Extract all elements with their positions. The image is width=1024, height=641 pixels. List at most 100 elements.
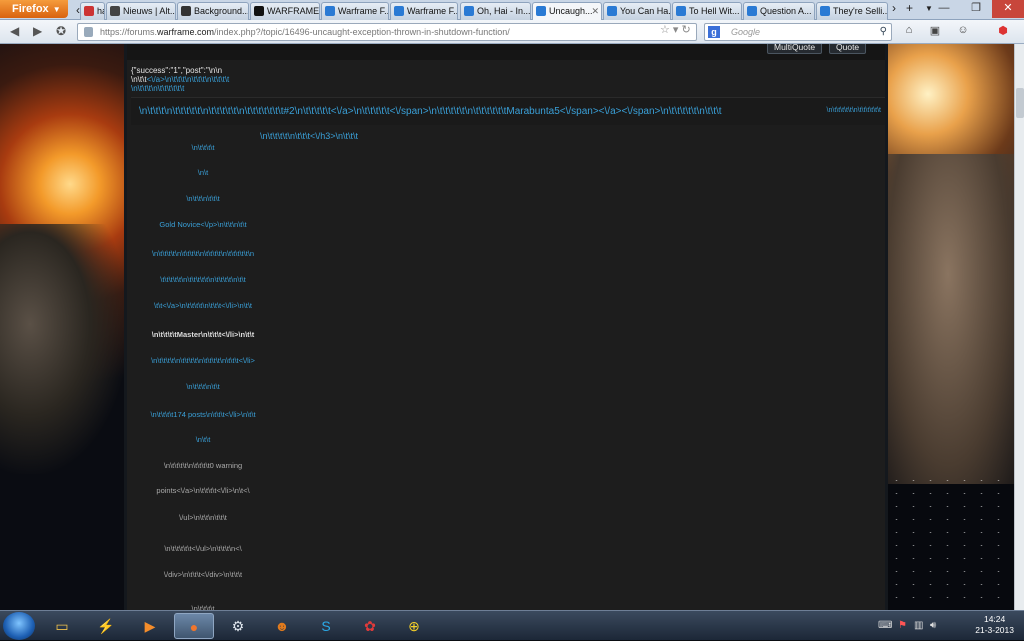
post-title-right: \n\t\t\t\t\t\n\t\t\t\t\t\t <box>826 107 881 114</box>
tab-label: WARFRAME... <box>267 6 320 16</box>
close-icon[interactable]: ✕ <box>992 0 1024 18</box>
profile-line: points<\/a>\n\t\t\t\t<\/li>\n\t<\ <box>156 486 250 495</box>
tab-1[interactable]: ha... <box>80 2 105 20</box>
window-controls: — ❐ ✕ <box>928 0 1024 18</box>
screenshot-icon[interactable]: ▣ <box>928 24 942 38</box>
search-input[interactable]: g Google ⚲ <box>704 23 892 41</box>
quote-button[interactable]: Quote <box>829 44 867 54</box>
search-placeholder: Google <box>731 27 761 37</box>
tab-favicon-icon <box>181 6 191 16</box>
firefox-icon[interactable]: ● <box>174 613 214 639</box>
firefox-menu-button[interactable]: Firefox ▼ <box>0 0 68 18</box>
profile-line: Gold Novice<\/p>\n\t\t\n\t\t <box>159 220 247 229</box>
tab-2[interactable]: Nieuws | Alt... <box>106 2 176 20</box>
back-icon[interactable]: ◀ <box>10 24 19 38</box>
tab-5[interactable]: Warframe F... <box>321 2 389 20</box>
tab-label: ha... <box>97 6 104 16</box>
profile-line: \t\t\t\t\t\n\t\t\t\t\t\n\t\t\t\t\n\t\t <box>160 275 246 284</box>
tab-label: Oh, Hai - In... <box>477 6 531 16</box>
start-button[interactable] <box>3 612 35 640</box>
tab-label: Uncaugh... <box>549 6 593 16</box>
profile-line: \n\t\t\t\t\n\t\t\t\t\n\t\t\t\t\n\t\t\t<\… <box>151 356 255 365</box>
home-icon[interactable]: ⌂ <box>902 24 916 38</box>
profile-line: \n\t\t\t\t <box>191 143 215 152</box>
abp-icon[interactable]: ⬢ <box>996 24 1010 38</box>
addon-icon[interactable]: ☺ <box>956 24 970 38</box>
tab-favicon-icon <box>676 6 686 16</box>
tab-6[interactable]: Warframe F... <box>390 2 458 20</box>
tab-9[interactable]: You Can Ha... <box>603 2 671 20</box>
json-line-3: \n\t\t\t\n\t\t\t\t\t\t <box>131 84 185 93</box>
post-title[interactable]: \n\t\t\t\n\t\t\t\t\t\n\t\t\t\t\t\n\t\t\t… <box>139 106 722 117</box>
clock-time: 14:24 <box>983 614 1006 624</box>
firefox-menu-label: Firefox <box>12 3 49 15</box>
media-player-icon[interactable]: ▶ <box>130 613 170 639</box>
profile-line: \n\t\t\t\t\n\t\t\t\t\n\t\t\t\t\n\t\t\t\t… <box>151 249 255 258</box>
forward-icon[interactable]: ▶ <box>33 24 42 38</box>
flower-app-icon[interactable]: ✿ <box>350 613 390 639</box>
raw-json-output: {"success":"1","post":"\n\n \n\t\t<\/a>\… <box>131 66 229 93</box>
clock[interactable]: 14:24 21-3-2013 <box>975 614 1014 636</box>
taskbar: ▭ ⚡ ▶ ● ⚙ ☻ S ✿ ⊕ ⌨ ⚑ ▥ 🔊︎ 14:24 21-3-2013 <box>0 610 1024 640</box>
url-path: /index.php?/topic/16496-uncaught-excepti… <box>214 27 510 37</box>
globe-app-icon[interactable]: ⊕ <box>394 613 434 639</box>
steam-icon[interactable]: ⚙ <box>218 613 258 639</box>
tab-3[interactable]: Background... <box>177 2 249 20</box>
tab-12[interactable]: They're Selli... <box>816 2 888 20</box>
search-icon[interactable]: ⚲ <box>880 26 887 37</box>
profile-line: \n\t\t\t\t\n\t\t\t\t0 warning <box>163 461 243 470</box>
tab-favicon-icon <box>325 6 335 16</box>
post-heading: \n\t\t\t\t\n\t\t\t<\/h3>\n\t\t\t <box>260 131 359 141</box>
new-tab-icon[interactable]: + <box>906 1 913 15</box>
tab-8[interactable]: Uncaugh... ✕ <box>532 2 602 21</box>
tab-10[interactable]: To Hell Wit... <box>672 2 742 20</box>
url-prefix: https://forums. <box>100 27 158 37</box>
explorer-icon[interactable]: ▭ <box>42 613 82 639</box>
minimize-icon[interactable]: — <box>928 0 960 18</box>
url-domain: warframe.com <box>157 27 215 37</box>
scrollbar[interactable] <box>1014 44 1024 610</box>
tab-label: Question A... <box>760 6 812 16</box>
tab-favicon-icon <box>464 6 474 16</box>
tab-favicon-icon <box>820 6 830 16</box>
skype-icon[interactable]: S <box>306 613 346 639</box>
winamp-icon[interactable]: ⚡ <box>86 613 126 639</box>
tab-4[interactable]: WARFRAME... <box>250 2 320 20</box>
google-icon[interactable]: g <box>708 26 720 38</box>
profile-line: \/div>\n\t\t\t<\/div>\n\t\t\t <box>163 570 243 579</box>
game-icon[interactable]: ☻ <box>262 613 302 639</box>
navigation-bar: ◀ ▶ ✪ https://forums.warframe.com/index.… <box>0 20 1024 44</box>
maximize-icon[interactable]: ❐ <box>960 0 992 18</box>
tab-label: Warframe F... <box>407 6 458 16</box>
bookmark-star-icon[interactable]: ☆ ▾ ↻ <box>660 23 691 36</box>
profile-line: \t\t<\/a>\n\t\t\t\t\n\t\t\t<\/li>\n\t\t <box>154 301 252 310</box>
tab-7[interactable]: Oh, Hai - In... <box>460 2 531 20</box>
tab-close-icon[interactable]: ✕ <box>591 6 599 17</box>
site-identity-icon[interactable]: ✪ <box>56 24 66 38</box>
forum-post-panel: MultiQuote Quote {"success":"1","post":"… <box>124 44 888 610</box>
lock-icon <box>84 27 93 37</box>
tab-scroll-right-icon[interactable]: › <box>892 1 896 15</box>
tab-favicon-icon <box>536 6 546 16</box>
json-line-2b: <\/a>\n\t\t\t\n\t\t\t\n\t\t\t\t <box>146 75 230 84</box>
page-content: MultiQuote Quote {"success":"1","post":"… <box>0 44 1024 610</box>
tab-favicon-icon <box>110 6 120 16</box>
tab-favicon-icon <box>254 6 264 16</box>
flag-icon[interactable]: ⚑ <box>898 620 907 631</box>
tab-favicon-icon <box>607 6 617 16</box>
network-icon[interactable]: ▥ <box>914 620 923 631</box>
profile-line: \n\t <box>197 168 209 177</box>
tab-label: Nieuws | Alt... <box>123 6 176 16</box>
url-bar[interactable]: https://forums.warframe.com/index.php?/t… <box>77 23 697 41</box>
chevron-down-icon: ▼ <box>52 5 61 14</box>
post-title-bar: \n\t\t\t\n\t\t\t\t\t\n\t\t\t\t\t\n\t\t\t… <box>131 97 885 125</box>
tab-11[interactable]: Question A... <box>743 2 815 20</box>
scrollbar-thumb[interactable] <box>1016 88 1024 118</box>
profile-line: \n\t\t\t\t\t<\/ul>\n\t\t\t\n<\ <box>164 544 242 553</box>
background-stars <box>888 474 1014 610</box>
background-figure-right <box>888 154 1014 484</box>
keyboard-icon[interactable]: ⌨ <box>878 620 892 631</box>
volume-icon[interactable]: 🔊︎ <box>930 620 936 631</box>
tab-favicon-icon <box>394 6 404 16</box>
multiquote-button[interactable]: MultiQuote <box>767 44 823 54</box>
